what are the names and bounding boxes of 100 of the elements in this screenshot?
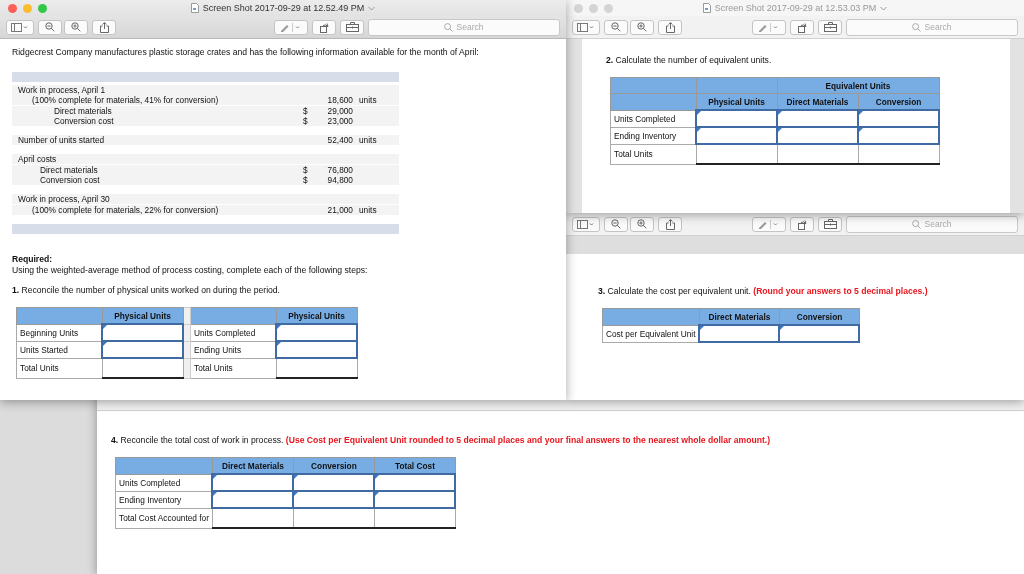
answer-field[interactable] — [102, 341, 183, 359]
currency-sign: $ — [303, 105, 308, 116]
search-icon — [912, 219, 921, 229]
search-icon — [912, 22, 921, 32]
sidebar-icon — [577, 219, 595, 229]
share-icon — [665, 218, 675, 230]
toolbox-button[interactable] — [818, 216, 842, 232]
total-field[interactable] — [212, 508, 294, 528]
zoom-in-button[interactable] — [630, 216, 654, 232]
share-icon — [665, 21, 675, 33]
markup-button[interactable] — [752, 216, 786, 232]
share-button[interactable] — [92, 19, 116, 35]
search-field[interactable]: Search — [846, 18, 1018, 36]
row-label: Ending Inventory — [115, 491, 213, 508]
pen-icon — [758, 219, 780, 229]
row-label: (100% complete for materials, 41% for conversion) — [31, 95, 220, 106]
answer-field[interactable] — [102, 324, 183, 342]
markup-button[interactable] — [752, 19, 786, 35]
share-button[interactable] — [658, 216, 682, 232]
search-field[interactable]: Search — [846, 215, 1018, 233]
window-title: Screen Shot 2017-09-29 at 12.53.03 PM — [714, 3, 877, 13]
answer-field[interactable] — [276, 341, 357, 359]
corner-marker-icon — [778, 111, 782, 115]
body-text: Ridgecrest Company manufactures plastic storage crates and has the following information available for the month of April: — [12, 47, 480, 58]
answer-field[interactable] — [212, 474, 294, 491]
answer-field[interactable] — [276, 324, 357, 342]
total-field[interactable] — [777, 144, 858, 164]
row-label: Conversion cost — [53, 116, 115, 127]
unit-label: units — [359, 95, 377, 106]
toolbox-icon — [823, 219, 837, 229]
answer-field[interactable] — [777, 127, 858, 144]
row-label: Total Units — [16, 358, 102, 379]
total-field[interactable] — [374, 508, 456, 528]
share-button[interactable] — [658, 19, 682, 35]
corner-marker-icon — [375, 492, 380, 496]
row-label: (100% complete for materials, 22% for conversion) — [31, 204, 220, 215]
corner-marker-icon — [780, 326, 785, 330]
answer-field[interactable] — [293, 491, 375, 508]
total-field[interactable] — [102, 358, 183, 379]
answer-field[interactable] — [212, 491, 294, 508]
section-heading: Required: — [12, 253, 54, 264]
document-icon — [702, 3, 711, 13]
row-label: Total Cost Accounted for — [115, 508, 213, 528]
answer-field[interactable] — [699, 325, 780, 342]
answer-field[interactable] — [374, 491, 456, 508]
answer-field[interactable] — [696, 127, 777, 144]
toolbox-button[interactable] — [818, 19, 842, 35]
pen-icon — [280, 22, 302, 32]
corner-marker-icon — [859, 128, 863, 132]
zoom-out-button[interactable] — [38, 19, 62, 35]
search-field[interactable]: Search — [368, 18, 560, 36]
sidebar-icon — [11, 22, 29, 32]
answer-field[interactable] — [293, 474, 375, 491]
corner-marker-icon — [294, 475, 299, 479]
document-icon — [190, 3, 199, 13]
corner-marker-icon — [778, 128, 782, 132]
markup-button[interactable] — [274, 19, 308, 35]
zoom-out-button[interactable] — [604, 19, 628, 35]
pen-icon — [758, 22, 780, 32]
toolbox-button[interactable] — [340, 19, 364, 35]
sidebar-button[interactable] — [572, 216, 600, 232]
rotate-button[interactable] — [790, 216, 814, 232]
answer-field[interactable] — [779, 325, 860, 342]
total-field[interactable] — [696, 144, 777, 164]
total-field[interactable] — [293, 508, 375, 528]
sidebar-button[interactable] — [6, 19, 34, 35]
row-label: Ending Inventory — [610, 127, 696, 144]
corner-marker-icon — [697, 128, 701, 132]
total-field[interactable] — [276, 358, 357, 379]
toolbox-icon — [345, 22, 359, 32]
search-icon — [444, 22, 453, 32]
row-label: Conversion cost — [39, 175, 101, 186]
sidebar-button[interactable] — [572, 19, 600, 35]
amount-value: 29,000 — [327, 105, 353, 116]
row-label: Units Completed — [115, 474, 213, 491]
answer-field[interactable] — [374, 474, 456, 491]
unit-label: units — [359, 204, 377, 215]
zoom-out-icon — [611, 219, 621, 229]
zoom-in-button[interactable] — [630, 19, 654, 35]
amount-value: 94,800 — [327, 175, 353, 186]
answer-field[interactable] — [858, 110, 939, 127]
instruction-text: 3. Calculate the cost per equivalent unit. (Round your answers to 5 decimal places.) — [598, 286, 929, 296]
row-label: Work in process, April 1 — [17, 84, 106, 95]
instruction-text: 1. Reconcile the number of physical units worked on during the period. — [12, 285, 281, 296]
row-label: April costs — [17, 154, 58, 165]
corner-marker-icon — [697, 111, 701, 115]
amount-value: 23,000 — [327, 116, 353, 127]
row-label: Direct materials — [39, 164, 99, 175]
zoom-in-button[interactable] — [64, 19, 88, 35]
answer-field[interactable] — [696, 110, 777, 127]
zoom-out-button[interactable] — [604, 216, 628, 232]
corner-marker-icon — [294, 492, 299, 496]
close-button[interactable] — [8, 3, 17, 13]
rotate-button[interactable] — [790, 19, 814, 35]
answer-field[interactable] — [777, 110, 858, 127]
answer-field[interactable] — [858, 127, 939, 144]
currency-sign: $ — [303, 175, 308, 186]
total-field[interactable] — [858, 144, 939, 164]
body-text: Using the weighted-average method of process costing, complete each of the following steps: — [12, 264, 369, 276]
rotate-button[interactable] — [312, 19, 336, 35]
